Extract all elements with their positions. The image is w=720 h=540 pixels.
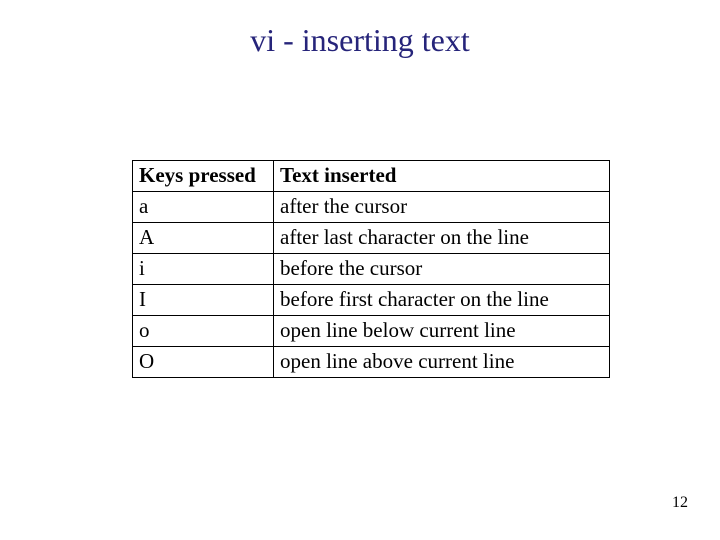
slide-title: vi - inserting text bbox=[0, 22, 720, 59]
table-row: i before the cursor bbox=[133, 254, 610, 285]
cell-text: open line below current line bbox=[274, 316, 610, 347]
table-row: a after the cursor bbox=[133, 192, 610, 223]
cell-text: after last character on the line bbox=[274, 223, 610, 254]
table-row: A after last character on the line bbox=[133, 223, 610, 254]
cell-key: i bbox=[133, 254, 274, 285]
cell-text: open line above current line bbox=[274, 347, 610, 378]
cell-text: before first character on the line bbox=[274, 285, 610, 316]
header-keys-pressed: Keys pressed bbox=[133, 161, 274, 192]
cell-key: O bbox=[133, 347, 274, 378]
cell-text: after the cursor bbox=[274, 192, 610, 223]
cell-key: o bbox=[133, 316, 274, 347]
cell-key: I bbox=[133, 285, 274, 316]
table-header-row: Keys pressed Text inserted bbox=[133, 161, 610, 192]
cell-text: before the cursor bbox=[274, 254, 610, 285]
header-text-inserted: Text inserted bbox=[274, 161, 610, 192]
cell-key: A bbox=[133, 223, 274, 254]
table-row: I before first character on the line bbox=[133, 285, 610, 316]
table-row: O open line above current line bbox=[133, 347, 610, 378]
page-number: 12 bbox=[672, 494, 688, 512]
table-row: o open line below current line bbox=[133, 316, 610, 347]
vi-insert-table: Keys pressed Text inserted a after the c… bbox=[132, 160, 610, 378]
slide: vi - inserting text Keys pressed Text in… bbox=[0, 0, 720, 540]
cell-key: a bbox=[133, 192, 274, 223]
